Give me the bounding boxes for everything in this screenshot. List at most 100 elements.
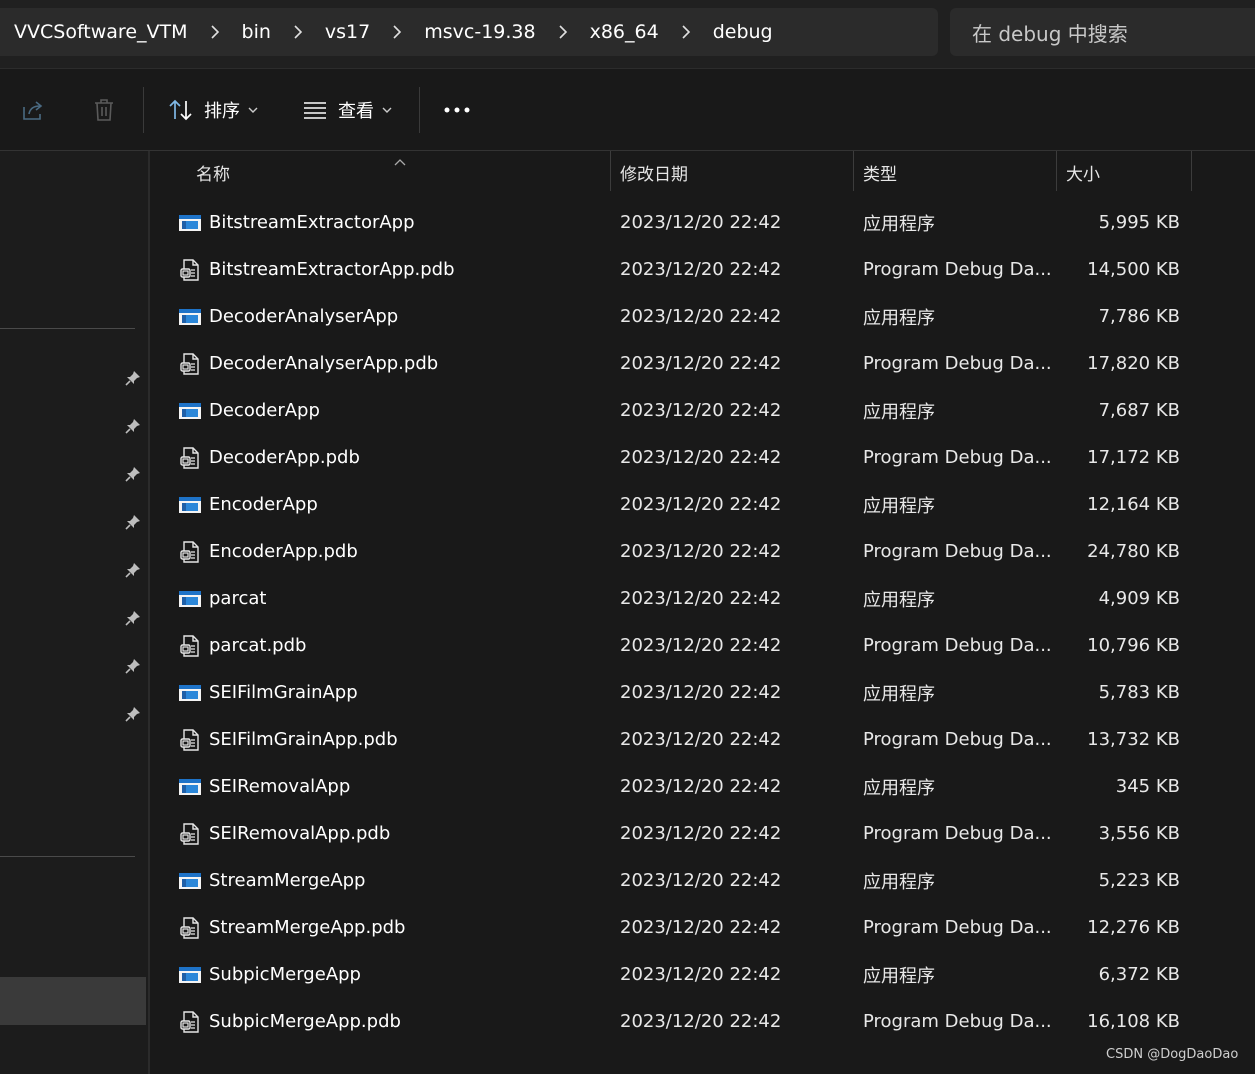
pin-icon[interactable] — [124, 705, 142, 723]
column-header-type[interactable]: 类型 — [863, 151, 1056, 193]
pin-icon[interactable] — [124, 513, 142, 531]
file-row[interactable]: SEIRemovalApp.pdb 2023/12/20 22:42 Program… — [150, 810, 1255, 857]
file-date: 2023/12/20 22:42 — [620, 541, 782, 562]
file-name-cell[interactable]: DecoderAnalyserApp.pdb — [178, 340, 608, 387]
file-size: 6,372 KB — [1098, 964, 1180, 985]
file-row[interactable]: DecoderAnalyserApp 2023/12/20 22:42 应用程序 7,… — [150, 293, 1255, 340]
file-name-cell[interactable]: StreamMergeApp — [178, 857, 608, 904]
file-type: Program Debug Da... — [863, 353, 1052, 374]
pin-icon[interactable] — [124, 417, 142, 435]
breadcrumb-item-bin[interactable]: bin — [242, 21, 271, 43]
file-row[interactable]: SEIRemovalApp 2023/12/20 22:42 应用程序 345 KB — [150, 763, 1255, 810]
delete-button[interactable] — [92, 90, 116, 130]
file-row[interactable]: EncoderApp.pdb 2023/12/20 22:42 Program De… — [150, 528, 1255, 575]
toolbar-divider — [419, 87, 420, 133]
file-row[interactable]: SEIFilmGrainApp 2023/12/20 22:42 应用程序 5,783… — [150, 669, 1255, 716]
file-row[interactable]: SEIFilmGrainApp.pdb 2023/12/20 22:42 Progr… — [150, 716, 1255, 763]
pdb-file-icon — [178, 634, 202, 658]
file-name-cell[interactable]: SEIFilmGrainApp — [178, 669, 608, 716]
chevron-right-icon[interactable] — [188, 25, 242, 39]
chevron-right-icon[interactable] — [271, 25, 325, 39]
file-size: 7,687 KB — [1098, 400, 1180, 421]
breadcrumb-item-debug[interactable]: debug — [713, 21, 773, 43]
breadcrumb-item-x86-64[interactable]: x86_64 — [590, 21, 659, 43]
sort-label: 排序 — [204, 101, 240, 122]
file-type: 应用程序 — [863, 965, 935, 987]
pin-icon[interactable] — [124, 369, 142, 387]
file-row[interactable]: StreamMergeApp 2023/12/20 22:42 应用程序 5,223 … — [150, 857, 1255, 904]
chevron-right-icon[interactable] — [536, 25, 590, 39]
pin-icon[interactable] — [124, 465, 142, 483]
file-row[interactable]: DecoderApp.pdb 2023/12/20 22:42 Program De… — [150, 434, 1255, 481]
file-name-cell[interactable]: parcat.pdb — [178, 622, 608, 669]
column-separator[interactable] — [853, 151, 854, 191]
column-separator[interactable] — [1056, 151, 1057, 191]
column-header-size-label: 大小 — [1066, 164, 1100, 185]
file-type: 应用程序 — [863, 495, 935, 517]
column-header-size[interactable]: 大小 — [1066, 151, 1191, 193]
file-type: 应用程序 — [863, 777, 935, 799]
file-date: 2023/12/20 22:42 — [620, 306, 782, 327]
file-name-cell[interactable]: DecoderApp.pdb — [178, 434, 608, 481]
breadcrumb-item-msvc[interactable]: msvc-19.38 — [424, 21, 535, 43]
file-row[interactable]: StreamMergeApp.pdb 2023/12/20 22:42 Progra… — [150, 904, 1255, 951]
pdb-file-icon — [178, 540, 202, 564]
chevron-right-icon[interactable] — [659, 25, 713, 39]
file-name: BitstreamExtractorApp.pdb — [209, 259, 455, 280]
application-icon — [178, 211, 202, 235]
file-row[interactable]: EncoderApp 2023/12/20 22:42 应用程序 12,164 KB — [150, 481, 1255, 528]
file-name-cell[interactable]: EncoderApp — [178, 481, 608, 528]
share-button[interactable] — [20, 90, 46, 130]
file-row[interactable]: SubpicMergeApp.pdb 2023/12/20 22:42 Progra… — [150, 998, 1255, 1045]
sort-button[interactable]: 排序 — [168, 90, 258, 130]
file-name-cell[interactable]: SubpicMergeApp — [178, 951, 608, 998]
file-row[interactable]: BitstreamExtractorApp 2023/12/20 22:42 应用程… — [150, 199, 1255, 246]
application-icon — [178, 963, 202, 987]
file-name-cell[interactable]: StreamMergeApp.pdb — [178, 904, 608, 951]
file-name-cell[interactable]: parcat — [178, 575, 608, 622]
more-options-button[interactable] — [442, 90, 472, 130]
file-name-cell[interactable]: DecoderAnalyserApp — [178, 293, 608, 340]
file-row[interactable]: parcat 2023/12/20 22:42 应用程序 4,909 KB — [150, 575, 1255, 622]
file-name-cell[interactable]: BitstreamExtractorApp — [178, 199, 608, 246]
file-name-cell[interactable]: SEIRemovalApp.pdb — [178, 810, 608, 857]
file-row[interactable]: BitstreamExtractorApp.pdb 2023/12/20 22:4… — [150, 246, 1255, 293]
pdb-file-icon — [178, 916, 202, 940]
column-separator[interactable] — [610, 151, 611, 191]
list-view-icon — [302, 100, 328, 120]
file-name-cell[interactable]: EncoderApp.pdb — [178, 528, 608, 575]
file-size: 5,223 KB — [1098, 870, 1180, 891]
column-separator[interactable] — [1191, 151, 1192, 191]
share-icon — [20, 97, 46, 123]
file-row[interactable]: parcat.pdb 2023/12/20 22:42 Program Debug … — [150, 622, 1255, 669]
pin-icon[interactable] — [124, 609, 142, 627]
file-type: 应用程序 — [863, 589, 935, 611]
nav-divider — [0, 856, 135, 857]
nav-item-selected[interactable] — [0, 977, 146, 1025]
file-name-cell[interactable]: SubpicMergeApp.pdb — [178, 998, 608, 1045]
file-name-cell[interactable]: SEIRemovalApp — [178, 763, 608, 810]
file-row[interactable]: SubpicMergeApp 2023/12/20 22:42 应用程序 6,372 … — [150, 951, 1255, 998]
breadcrumb[interactable]: VVCSoftware_VTM bin vs17 msvc-19.38 x86_… — [0, 8, 938, 56]
file-name: StreamMergeApp — [209, 870, 366, 891]
view-button[interactable]: 查看 — [302, 90, 392, 130]
search-placeholder: 在 debug 中搜索 — [972, 21, 1128, 46]
column-header-date[interactable]: 修改日期 — [620, 151, 853, 193]
more-icon — [442, 105, 472, 115]
navigation-pane[interactable] — [0, 151, 148, 1074]
nav-divider — [0, 328, 135, 329]
pin-icon[interactable] — [124, 657, 142, 675]
file-row[interactable]: DecoderApp 2023/12/20 22:42 应用程序 7,687 KB — [150, 387, 1255, 434]
file-date: 2023/12/20 22:42 — [620, 964, 782, 985]
search-input[interactable]: 在 debug 中搜索 — [950, 8, 1255, 56]
file-name-cell[interactable]: DecoderApp — [178, 387, 608, 434]
chevron-right-icon[interactable] — [370, 25, 424, 39]
file-name-cell[interactable]: BitstreamExtractorApp.pdb — [178, 246, 608, 293]
file-name-cell[interactable]: SEIFilmGrainApp.pdb — [178, 716, 608, 763]
file-row[interactable]: DecoderAnalyserApp.pdb 2023/12/20 22:42 Pr… — [150, 340, 1255, 387]
breadcrumb-item-vvcsoftware-vtm[interactable]: VVCSoftware_VTM — [14, 21, 188, 43]
file-type: Program Debug Da... — [863, 917, 1052, 938]
file-type: Program Debug Da... — [863, 259, 1052, 280]
pin-icon[interactable] — [124, 561, 142, 579]
breadcrumb-item-vs17[interactable]: vs17 — [325, 21, 370, 43]
